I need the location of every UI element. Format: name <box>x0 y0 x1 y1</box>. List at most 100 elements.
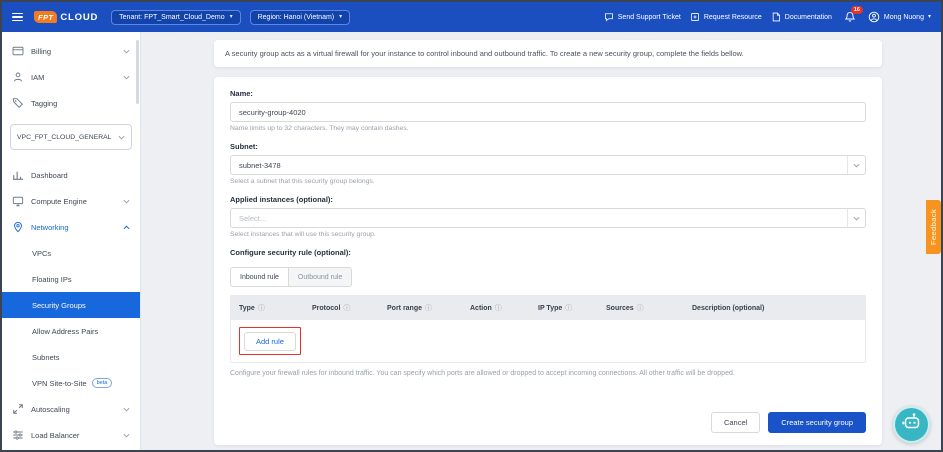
vpc-selector[interactable]: VPC_FPT_CLOUD_GENERAL <box>10 124 132 150</box>
add-rule-button[interactable]: Add rule <box>244 332 296 351</box>
applied-instances-select[interactable]: Select... <box>230 208 866 228</box>
tenant-label: Tenant: FPT_Smart_Cloud_Demo <box>119 14 224 21</box>
applied-instances-help-text: Select instances that will use this secu… <box>230 231 866 238</box>
column-header-port-range: Port range ⓘ <box>379 303 462 313</box>
feedback-tab[interactable]: Feedback <box>926 200 941 254</box>
subnet-select[interactable]: subnet-3478 <box>230 155 866 175</box>
configure-rule-label: Configure security rule (optional): <box>230 248 866 257</box>
sidebar-item-label: Security Groups <box>32 301 86 310</box>
dashboard-icon <box>12 170 24 181</box>
column-header-description: Description (optional) <box>684 305 865 312</box>
vpc-selected-value: VPC_FPT_CLOUD_GENERAL <box>17 134 111 141</box>
sidebar-item-load-balancer[interactable]: Load Balancer <box>2 422 140 448</box>
column-header-ip-type: IP Type ⓘ <box>530 303 598 313</box>
sidebar-item-label: Floating IPs <box>32 275 72 284</box>
sidebar-item-security-groups[interactable]: Security Groups <box>2 292 140 318</box>
sidebar-item-vpn-site-to-site[interactable]: VPN Site-to-Site beta <box>2 370 140 396</box>
sidebar-item-billing[interactable]: Billing <box>2 38 140 64</box>
avatar-icon <box>868 11 880 23</box>
name-label: Name: <box>230 89 866 98</box>
security-rules-table: Type ⓘ Protocol ⓘ Port range ⓘ Action <box>230 295 866 363</box>
sidebar-item-networking[interactable]: Networking <box>2 214 140 240</box>
robot-icon <box>901 412 923 437</box>
chevron-down-icon <box>123 75 130 80</box>
info-icon[interactable]: ⓘ <box>343 303 350 313</box>
sidebar-item-label: Dashboard <box>31 171 68 180</box>
chevron-down-icon <box>123 433 130 438</box>
name-input[interactable] <box>230 102 866 122</box>
sidebar-item-vpcs[interactable]: VPCs <box>2 240 140 266</box>
info-icon[interactable]: ⓘ <box>425 303 432 313</box>
subnet-label: Subnet: <box>230 142 866 151</box>
support-ticket-icon <box>604 12 614 22</box>
documentation-link[interactable]: Documentation <box>771 12 832 22</box>
sidebar-item-label: IAM <box>31 73 44 82</box>
sidebar-item-label: Autoscaling <box>31 405 70 414</box>
sidebar-item-autoscaling[interactable]: Autoscaling <box>2 396 140 422</box>
documentation-label: Documentation <box>785 14 832 21</box>
sidebar-item-subnets[interactable]: Subnets <box>2 344 140 370</box>
fpt-logo-mark: FPT <box>34 11 57 23</box>
support-ticket-label: Send Support Ticket <box>618 14 681 21</box>
hamburger-menu-icon[interactable] <box>10 11 25 24</box>
fpt-cloud-logo[interactable]: FPT CLOUD <box>34 11 98 23</box>
applied-instances-placeholder: Select... <box>231 214 847 223</box>
request-resource-label: Request Resource <box>704 14 762 21</box>
chevron-down-icon: ▾ <box>339 14 342 20</box>
tenant-selector[interactable]: Tenant: FPT_Smart_Cloud_Demo ▾ <box>111 10 240 25</box>
sidebar-scrollbar[interactable] <box>136 40 139 104</box>
info-icon[interactable]: ⓘ <box>258 303 265 313</box>
user-name-label: Mong Nuong <box>884 14 924 21</box>
intro-text: A security group acts as a virtual firew… <box>225 49 744 58</box>
tag-icon <box>12 97 24 109</box>
documentation-icon <box>771 12 781 22</box>
create-security-group-form: Name: Name limits up to 32 characters. T… <box>214 77 882 445</box>
create-security-group-button[interactable]: Create security group <box>768 412 866 433</box>
cancel-button[interactable]: Cancel <box>711 412 760 433</box>
subnet-selected-value: subnet-3478 <box>231 161 847 170</box>
rules-table-empty-row: Add rule <box>231 320 865 362</box>
page-body: Billing IAM Tagging VPC_FPT_CLOUD_GENERA… <box>2 32 941 450</box>
rules-table-header: Type ⓘ Protocol ⓘ Port range ⓘ Action <box>231 296 865 320</box>
info-icon[interactable]: ⓘ <box>565 303 572 313</box>
sidebar-item-label: VPN Site-to-Site <box>32 379 87 388</box>
red-annotation-box: Add rule <box>239 327 301 355</box>
send-support-ticket-link[interactable]: Send Support Ticket <box>604 12 681 22</box>
beta-badge: beta <box>92 378 113 388</box>
sidebar-item-tagging[interactable]: Tagging <box>2 90 140 116</box>
tab-inbound-rule[interactable]: Inbound rule <box>230 267 289 287</box>
info-icon[interactable]: ⓘ <box>495 303 502 313</box>
name-help-text: Name limits up to 32 characters. They ma… <box>230 125 866 132</box>
sidebar-item-compute-engine[interactable]: Compute Engine <box>2 188 140 214</box>
info-icon[interactable]: ⓘ <box>637 303 644 313</box>
intro-card: A security group acts as a virtual firew… <box>214 40 882 67</box>
main-content: A security group acts as a virtual firew… <box>141 32 941 450</box>
chevron-down-icon <box>123 407 130 412</box>
chevron-down-icon <box>123 49 130 54</box>
rule-help-text: Configure your firewall rules for inboun… <box>230 370 866 377</box>
load-balancer-icon <box>12 429 24 441</box>
column-header-type: Type ⓘ <box>231 303 304 313</box>
feedback-label: Feedback <box>929 209 938 245</box>
sidebar-item-allow-address-pairs[interactable]: Allow Address Pairs <box>2 318 140 344</box>
region-selector[interactable]: Region: Hanoi (Vietnam) ▾ <box>250 10 351 25</box>
request-resource-icon <box>690 12 700 22</box>
request-resource-link[interactable]: Request Resource <box>690 12 762 22</box>
sidebar-item-label: Subnets <box>32 353 60 362</box>
chevron-down-icon <box>123 199 130 204</box>
user-menu[interactable]: Mong Nuong ▾ <box>868 11 931 23</box>
sidebar-item-iam[interactable]: IAM <box>2 64 140 90</box>
tab-outbound-rule[interactable]: Outbound rule <box>289 267 352 287</box>
chevron-down-icon <box>847 209 865 227</box>
sidebar-item-label: Tagging <box>31 99 57 108</box>
form-footer: Cancel Create security group <box>230 412 866 433</box>
applied-instances-label: Applied instances (optional): <box>230 195 866 204</box>
region-label: Region: Hanoi (Vietnam) <box>258 14 335 21</box>
logo-cloud-text: CLOUD <box>60 12 98 23</box>
ai-chatbot-button[interactable] <box>893 406 930 443</box>
sidebar-item-floating-ips[interactable]: Floating IPs <box>2 266 140 292</box>
sidebar-item-dashboard[interactable]: Dashboard <box>2 162 140 188</box>
notifications-button[interactable]: 16 <box>844 11 856 23</box>
networking-icon <box>12 221 24 233</box>
chevron-down-icon <box>118 135 125 140</box>
